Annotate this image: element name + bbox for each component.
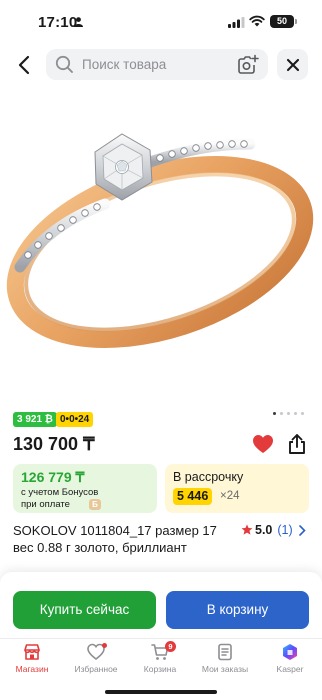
wifi-icon — [249, 15, 265, 27]
close-button[interactable] — [277, 49, 308, 80]
tab-label: Мои заказы — [201, 664, 249, 674]
battery-tip — [295, 19, 297, 24]
rating-count[interactable]: (1) — [277, 523, 292, 537]
back-button[interactable] — [12, 52, 36, 78]
camera-search-icon[interactable] — [237, 54, 259, 75]
installment-card[interactable]: В рассрочку 5 446 ×24 — [165, 464, 309, 513]
product-price: 130 700 ₸ — [13, 434, 95, 454]
tab-label: Избранное — [74, 664, 118, 674]
rating-value: 5.0 — [255, 523, 273, 537]
tab-cart[interactable]: 9 Корзина — [128, 641, 192, 683]
carousel-dot[interactable] — [294, 412, 297, 415]
share-icon — [289, 434, 305, 454]
product-title: SOKOLOV 1011804_17 размер 17 вес 0.88 г … — [13, 523, 217, 555]
status-time: 17:10 — [38, 14, 78, 31]
carousel-dot[interactable] — [273, 412, 276, 415]
close-icon — [286, 58, 299, 71]
bonus-badge: 3 921 ₿ — [13, 412, 57, 427]
product-image[interactable] — [0, 92, 322, 402]
tab-orders[interactable]: Мои заказы — [193, 643, 257, 683]
installment-badge: 0•0•24 — [56, 412, 94, 427]
battery-icon: 50 — [270, 15, 294, 28]
bonus-coin-icon: Б — [89, 499, 101, 510]
carousel-dot[interactable] — [287, 412, 290, 415]
home-indicator — [105, 690, 217, 694]
person-icon — [74, 17, 83, 27]
tab-label: Kasper — [276, 664, 304, 674]
status-bar: 17:10 50 — [0, 0, 322, 44]
tab-favorites[interactable]: Избранное — [64, 643, 128, 683]
tab-label: Магазин — [15, 664, 49, 674]
search-icon — [55, 55, 73, 73]
kasper-icon — [283, 644, 297, 660]
ring-image — [6, 133, 314, 348]
tab-bar: Магазин Избранное 9 Корзина Мои заказы K… — [0, 638, 322, 682]
favorite-button[interactable] — [252, 434, 274, 456]
add-to-cart-button[interactable]: В корзину — [166, 591, 309, 629]
search-placeholder: Поиск товара — [82, 57, 167, 72]
heart-icon — [253, 435, 273, 453]
signal-icon — [228, 17, 245, 28]
installment-months: ×24 — [220, 490, 240, 502]
favorites-indicator — [102, 643, 107, 648]
bonus-caption-line1: с учетом Бонусов — [21, 487, 99, 498]
bonus-price-card[interactable]: 126 779 ₸ с учетом Бонусов при оплате Б — [13, 464, 157, 513]
carousel-dots[interactable] — [273, 412, 304, 415]
bonus-price: 126 779 ₸ — [21, 469, 85, 485]
bonus-caption-line2: при оплате — [21, 499, 70, 510]
shop-icon — [24, 644, 40, 660]
carousel-dot[interactable] — [301, 412, 304, 415]
rating[interactable]: 5.0 (1) — [241, 523, 306, 537]
share-button[interactable] — [287, 433, 309, 455]
tab-label: Корзина — [143, 664, 177, 674]
star-icon — [241, 524, 253, 535]
cart-count-badge: 9 — [165, 641, 176, 652]
installment-title: В рассрочку — [173, 470, 244, 484]
orders-icon — [218, 643, 232, 661]
tab-kasper[interactable]: Kasper — [258, 643, 322, 683]
search-input[interactable]: Поиск товара — [46, 49, 268, 80]
buy-now-button[interactable]: Купить сейчас — [13, 591, 156, 629]
tab-shop[interactable]: Магазин — [0, 643, 64, 683]
carousel-dot[interactable] — [280, 412, 283, 415]
installment-amount: 5 446 — [173, 488, 213, 505]
chevron-right-icon — [298, 524, 306, 536]
chevron-left-icon — [18, 55, 30, 75]
